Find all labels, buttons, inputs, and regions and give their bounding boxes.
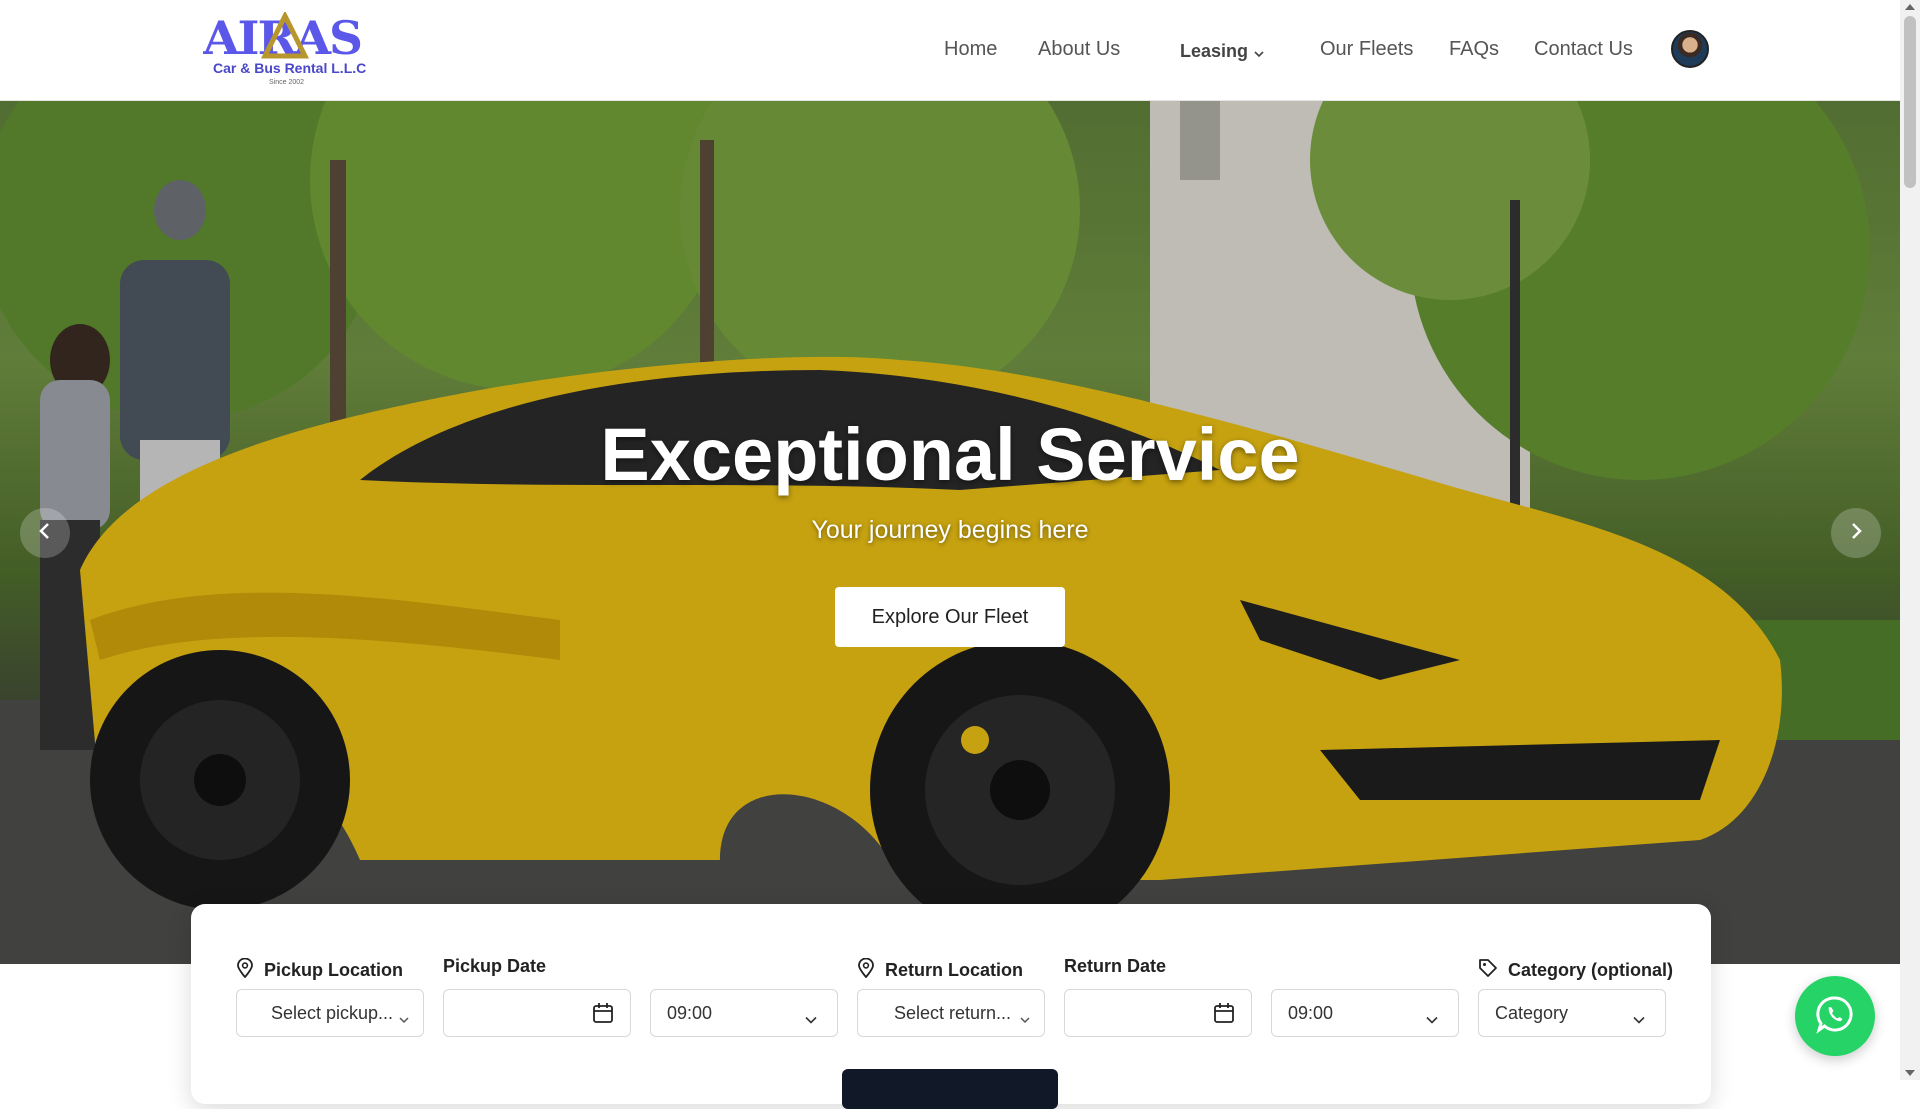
- pickup-location-value: Select pickup...: [271, 1002, 394, 1023]
- map-pin-icon: [236, 957, 264, 983]
- tag-icon: [1478, 958, 1508, 983]
- nav-leasing[interactable]: Leasing: [1180, 41, 1264, 63]
- page-scrollbar[interactable]: [1900, 0, 1920, 1080]
- booking-form: Pickup Location Select pickup... Pickup …: [191, 904, 1711, 1109]
- nav-home[interactable]: Home: [944, 38, 997, 61]
- scroll-thumb[interactable]: [1904, 16, 1916, 188]
- calendar-icon: [592, 1002, 614, 1029]
- nav-fleets[interactable]: Our Fleets: [1320, 38, 1413, 61]
- pickup-time-value: 09:00: [667, 1002, 713, 1023]
- user-avatar[interactable]: [1671, 30, 1709, 68]
- return-time-value: 09:00: [1288, 1002, 1334, 1023]
- pickup-location-select[interactable]: Select pickup...: [236, 989, 424, 1037]
- return-date-label: Return Date: [1064, 956, 1167, 976]
- return-date-input[interactable]: [1064, 989, 1252, 1037]
- nav-faqs[interactable]: FAQs: [1449, 38, 1499, 61]
- category-select[interactable]: Category: [1478, 989, 1666, 1037]
- category-label: Category (optional): [1478, 958, 1673, 983]
- calendar-icon: [1213, 1002, 1235, 1029]
- hero-carousel: Exceptional Service Your journey begins …: [0, 100, 1900, 964]
- explore-fleet-button[interactable]: Explore Our Fleet: [835, 587, 1065, 647]
- return-location-select[interactable]: Select return...: [857, 989, 1045, 1037]
- brand-since: Since 2002: [269, 79, 305, 86]
- scroll-up-arrow[interactable]: [1905, 4, 1915, 10]
- search-button[interactable]: [842, 1069, 1058, 1109]
- scroll-down-arrow[interactable]: [1905, 1070, 1915, 1076]
- nav-contact[interactable]: Contact Us: [1534, 38, 1633, 61]
- whatsapp-button[interactable]: [1795, 976, 1875, 1056]
- chevron-down-icon: [1426, 1008, 1438, 1029]
- chevron-left-icon: [38, 521, 52, 546]
- carousel-prev-button[interactable]: [20, 508, 70, 558]
- pickup-date-input[interactable]: [443, 989, 631, 1037]
- whatsapp-icon: [1815, 994, 1855, 1039]
- carousel-next-button[interactable]: [1831, 508, 1881, 558]
- nav-about[interactable]: About Us: [1038, 38, 1120, 61]
- chevron-down-icon: [399, 1008, 409, 1029]
- chevron-down-icon: [805, 1008, 817, 1029]
- category-label-text: Category (optional): [1508, 960, 1673, 980]
- return-location-label-text: Return Location: [885, 960, 1023, 980]
- pickup-location-label-text: Pickup Location: [264, 960, 404, 980]
- chevron-down-icon: [1254, 42, 1264, 63]
- brand-logo[interactable]: AIRAS Car & Bus Rental L.L.C Since 2002: [202, 10, 367, 88]
- chevron-down-icon: [1633, 1008, 1645, 1029]
- pickup-location-label: Pickup Location: [236, 957, 404, 983]
- hero-subtitle: Your journey begins here: [811, 516, 1089, 544]
- chevron-down-icon: [1020, 1008, 1030, 1029]
- pickup-date-label: Pickup Date: [443, 956, 547, 976]
- brand-wordmark: AIRAS: [202, 10, 363, 65]
- hero-title: Exceptional Service: [600, 413, 1300, 496]
- chevron-right-icon: [1849, 521, 1863, 546]
- brand-tagline: Car & Bus Rental L.L.C: [213, 60, 367, 76]
- return-location-label: Return Location: [857, 957, 1023, 983]
- site-header: AIRAS Car & Bus Rental L.L.C Since 2002 …: [0, 0, 1900, 101]
- pickup-time-select[interactable]: 09:00: [650, 989, 838, 1037]
- nav-leasing-label: Leasing: [1180, 41, 1249, 61]
- category-value: Category: [1495, 1002, 1569, 1023]
- return-time-select[interactable]: 09:00: [1271, 989, 1459, 1037]
- return-location-value: Select return...: [894, 1002, 1012, 1023]
- map-pin-icon: [857, 957, 885, 983]
